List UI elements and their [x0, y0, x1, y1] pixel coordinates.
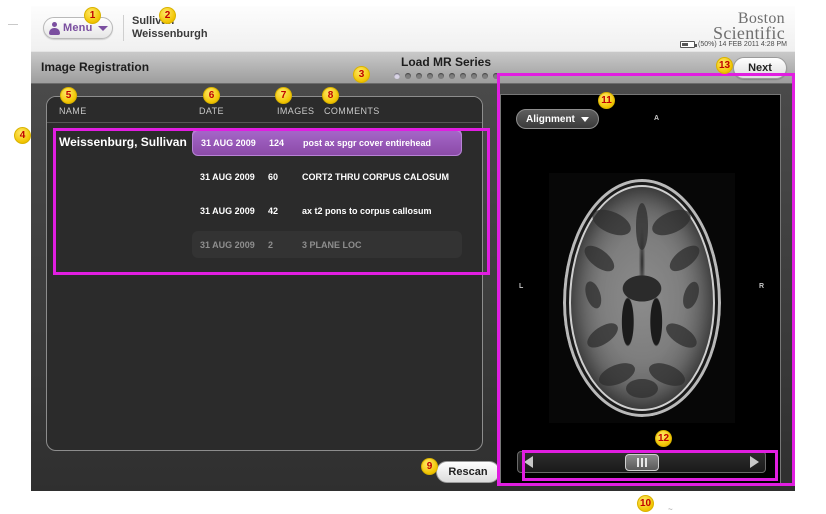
grip-line	[644, 457, 647, 467]
cell-images: 2	[268, 239, 274, 250]
wizard-dot	[393, 73, 400, 79]
edge-tick-mark	[8, 24, 18, 25]
wizard-dot	[404, 73, 411, 79]
annotation-badge-1: 1	[84, 7, 101, 24]
mri-image[interactable]: A L R Alignment	[501, 95, 780, 483]
cell-date: 31 AUG 2009	[200, 205, 255, 216]
annotation-badge-3: 3	[353, 66, 370, 83]
wizard-progress: Load MR Series	[361, 55, 531, 79]
mri-viewer-panel[interactable]: A L R Alignment	[500, 94, 781, 484]
orientation-marker-left: L	[519, 283, 524, 290]
column-header-comments: COMMENTS	[324, 106, 380, 116]
slice-slider[interactable]	[517, 451, 766, 473]
cell-images: 124	[269, 137, 285, 148]
cell-comments: 3 PLANE LOC	[302, 239, 362, 250]
annotation-badge-13: 13	[716, 57, 733, 74]
annotation-badge-12: 12	[655, 430, 672, 447]
annotation-badge-7: 7	[275, 87, 292, 104]
person-icon	[49, 21, 60, 35]
annotation-badge-4: 4	[14, 127, 31, 144]
status-text: (50%) 14 FEB 2011 4:28 PM	[698, 41, 787, 48]
annotation-badge-6: 6	[203, 87, 220, 104]
alignment-dropdown-label: Alignment	[526, 113, 575, 125]
menu-button-label: Menu	[63, 22, 93, 34]
column-header-date: DATE	[199, 106, 224, 116]
title-bar: Image Registration Load MR Series Next	[31, 51, 795, 84]
edge-tick-mark-bottom: ~	[668, 505, 673, 514]
cell-comments: ax t2 pons to corpus callosum	[302, 205, 432, 216]
grip-line	[640, 457, 643, 467]
annotation-badge-9: 9	[421, 458, 438, 475]
wizard-dot	[415, 73, 422, 79]
wizard-dot	[437, 73, 444, 79]
wizard-step-dots	[361, 73, 531, 79]
menu-button[interactable]: Menu	[43, 17, 113, 39]
cell-comments: post ax spgr cover entirehead	[303, 137, 432, 148]
cell-comments: CORT2 THRU CORPUS CALOSUM	[302, 171, 450, 182]
page-title: Image Registration	[41, 60, 150, 74]
table-row[interactable]: 31 AUG 2009 60 CORT2 THRU CORPUS CALOSUM	[192, 163, 462, 190]
wizard-dot	[470, 73, 477, 79]
column-header-name: NAME	[59, 106, 87, 116]
annotation-badge-11: 11	[598, 92, 615, 109]
alignment-dropdown[interactable]: Alignment	[516, 109, 599, 129]
table-row[interactable]: 31 AUG 2009 42 ax t2 pons to corpus callos…	[192, 197, 462, 224]
patient-row-label: Weissenburg, Sullivan	[59, 135, 187, 149]
wizard-dot	[459, 73, 466, 79]
content-area: NAME DATE IMAGES COMMENTS Weissenburg, S…	[31, 84, 795, 491]
chevron-down-icon	[580, 116, 589, 122]
top-bar: Menu Sullivan Weissenburgh Boston Scient…	[31, 6, 795, 51]
table-row[interactable]: 31 AUG 2009 2 3 PLANE LOC	[192, 231, 462, 258]
rescan-button-label: Rescan	[448, 466, 488, 478]
brain-sulci-overlay	[563, 179, 721, 417]
wizard-step-title: Load MR Series	[400, 55, 492, 69]
battery-icon	[680, 41, 698, 48]
annotation-badge-5: 5	[60, 87, 77, 104]
wizard-dot	[492, 73, 499, 79]
next-button[interactable]: Next	[733, 57, 787, 79]
cell-images: 60	[268, 171, 279, 182]
table-row[interactable]: 31 AUG 2009 124 post ax spgr cover entireh…	[192, 129, 462, 156]
chevron-down-icon	[97, 25, 108, 31]
slice-slider-handle[interactable]	[624, 453, 659, 471]
orientation-marker-anterior: A	[654, 115, 660, 122]
triangle-right-icon[interactable]	[750, 456, 759, 468]
cell-images: 42	[268, 205, 279, 216]
next-button-label: Next	[748, 62, 772, 74]
cell-date: 31 AUG 2009	[201, 137, 256, 148]
series-rows: 31 AUG 2009 124 post ax spgr cover entireh…	[192, 129, 462, 265]
grip-line	[636, 457, 639, 467]
device-frame: Menu Sullivan Weissenburgh Boston Scient…	[31, 6, 795, 491]
triangle-left-icon[interactable]	[524, 456, 533, 468]
wizard-dot	[448, 73, 455, 79]
boston-scientific-logo: Boston Scientific	[713, 10, 785, 44]
column-header-images: IMAGES	[277, 106, 315, 116]
patient-last-name: Weissenburgh	[132, 28, 208, 40]
cell-date: 31 AUG 2009	[200, 239, 255, 250]
divider	[123, 15, 124, 41]
annotation-badge-2: 2	[159, 7, 176, 24]
orientation-marker-right: R	[758, 283, 764, 290]
rescan-button[interactable]: Rescan	[436, 461, 500, 483]
cell-date: 31 AUG 2009	[200, 171, 255, 182]
series-list-panel: NAME DATE IMAGES COMMENTS Weissenburg, S…	[46, 96, 483, 451]
wizard-dot	[481, 73, 488, 79]
annotation-badge-10: 10	[637, 495, 654, 512]
table-header: NAME DATE IMAGES COMMENTS	[47, 97, 482, 123]
annotation-badge-8: 8	[322, 87, 339, 104]
wizard-dot	[426, 73, 433, 79]
status-bar: (50%) 14 FEB 2011 4:28 PM	[680, 41, 787, 48]
